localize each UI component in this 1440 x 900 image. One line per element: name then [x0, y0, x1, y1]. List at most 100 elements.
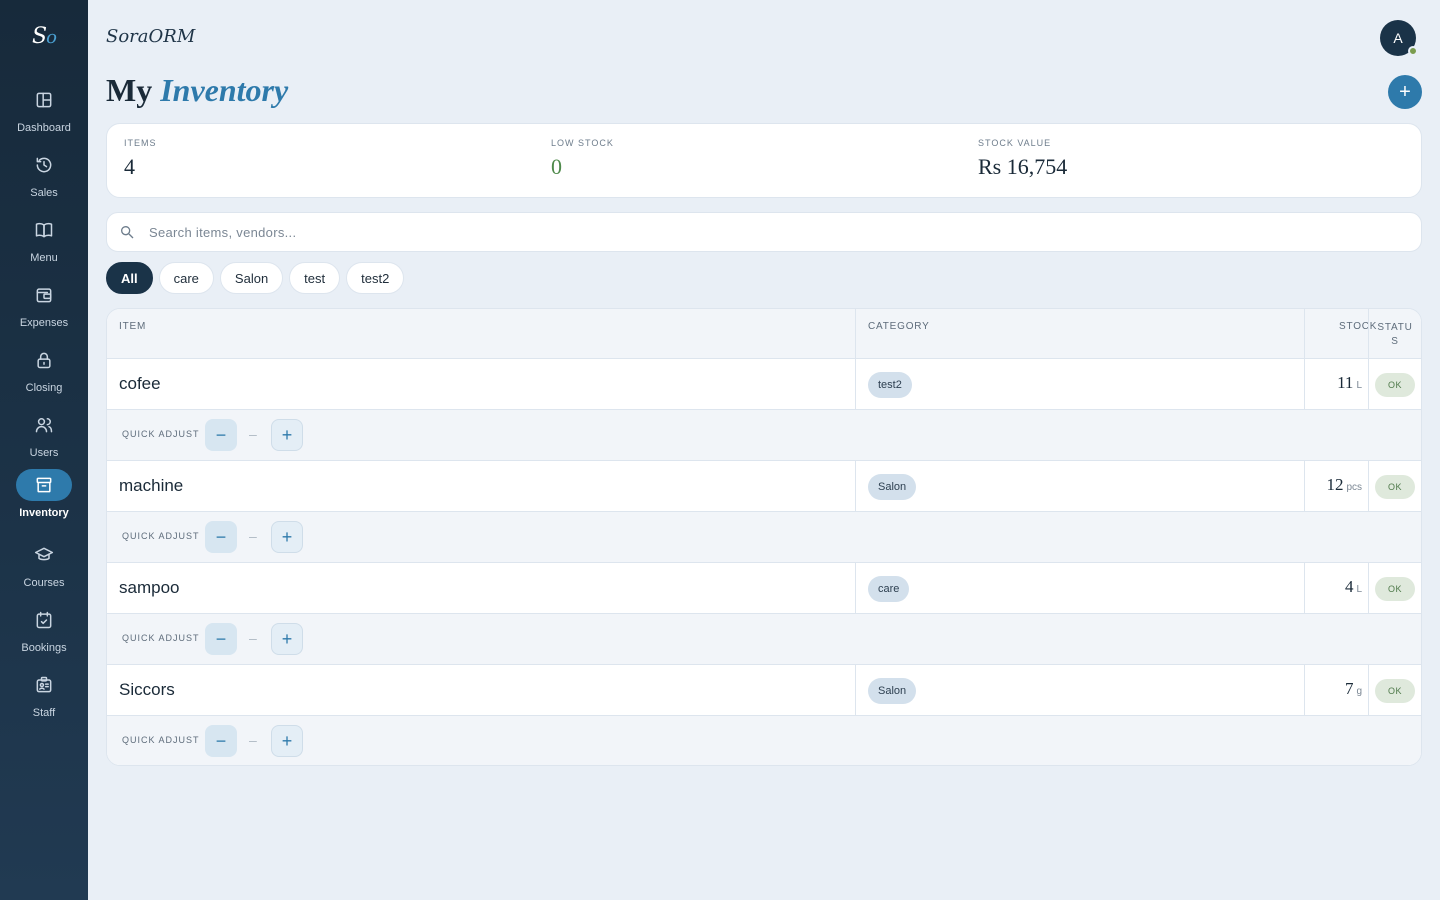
- sidebar-item-menu[interactable]: Menu: [0, 214, 88, 274]
- sidebar-item-label: Dashboard: [17, 122, 71, 134]
- column-header-stock[interactable]: STOCK: [1339, 309, 1377, 359]
- stat-value: 0: [551, 154, 562, 179]
- stat-value: Rs 16,754: [978, 154, 1068, 179]
- decrease-stock-button[interactable]: −: [205, 623, 237, 655]
- sidebar-item-expenses[interactable]: Expenses: [0, 279, 88, 339]
- inventory-table: ITEM CATEGORY STOCK STATU S cofee test2 …: [106, 308, 1422, 766]
- archive-icon: [16, 469, 72, 501]
- increase-stock-button[interactable]: +: [271, 419, 303, 451]
- column-divider: [1304, 309, 1305, 359]
- sidebar-item-dashboard[interactable]: Dashboard: [0, 84, 88, 144]
- quick-adjust-label: QUICK ADJUST: [122, 633, 200, 643]
- stat-stock-value: STOCK VALUE Rs 16,754: [978, 138, 1067, 180]
- stat-label: ITEMS: [124, 138, 157, 148]
- column-divider: [1368, 461, 1369, 512]
- filter-chip-all[interactable]: All: [106, 262, 153, 294]
- stock-value: 7g: [1345, 679, 1362, 699]
- column-header-status[interactable]: STATU S: [1375, 309, 1415, 359]
- column-divider: [1368, 309, 1369, 359]
- filter-chip-salon[interactable]: Salon: [219, 262, 284, 294]
- dashboard-icon: [16, 84, 72, 116]
- increase-stock-button[interactable]: +: [271, 521, 303, 553]
- decrease-stock-button[interactable]: −: [205, 521, 237, 553]
- adjust-amount: –: [249, 630, 257, 646]
- avatar[interactable]: A: [1380, 20, 1418, 56]
- column-divider: [1368, 665, 1369, 716]
- column-header-item[interactable]: ITEM: [119, 309, 146, 359]
- item-name[interactable]: machine: [119, 476, 183, 496]
- stats-card: ITEMS 4 LOW STOCK 0 STOCK VALUE Rs 16,75…: [106, 123, 1422, 198]
- adjust-amount: –: [249, 426, 257, 442]
- quick-adjust-label: QUICK ADJUST: [122, 735, 200, 745]
- table-row[interactable]: machine Salon 12 pcs OK: [107, 461, 1421, 512]
- wallet-icon: [16, 279, 72, 311]
- stock-value: 11 L: [1337, 373, 1362, 393]
- increase-stock-button[interactable]: +: [271, 725, 303, 757]
- column-divider: [855, 665, 856, 716]
- sidebar-item-inventory[interactable]: Inventory: [0, 469, 88, 529]
- decrease-stock-button[interactable]: −: [205, 419, 237, 451]
- quick-adjust-label: QUICK ADJUST: [122, 429, 200, 439]
- decrease-stock-button[interactable]: −: [205, 725, 237, 757]
- column-divider: [1304, 461, 1305, 512]
- stat-low-stock: LOW STOCK 0: [551, 138, 614, 180]
- sidebar-item-bookings[interactable]: Bookings: [0, 604, 88, 664]
- table-row[interactable]: sampoo care 4L OK: [107, 563, 1421, 614]
- column-divider: [1304, 563, 1305, 614]
- stock-unit: pcs: [1346, 482, 1362, 493]
- plus-icon: +: [1399, 80, 1411, 103]
- search-icon: [121, 226, 134, 239]
- table-row[interactable]: cofee test2 11 L OK: [107, 359, 1421, 410]
- sidebar-item-users[interactable]: Users: [0, 409, 88, 469]
- item-name[interactable]: sampoo: [119, 578, 179, 598]
- stock-number: 4: [1344, 577, 1354, 596]
- quick-adjust-row: QUICK ADJUST − – +: [107, 716, 1421, 765]
- stock-number: 7: [1344, 679, 1354, 698]
- item-name[interactable]: cofee: [119, 374, 161, 394]
- stat-value: 4: [124, 154, 135, 179]
- column-divider: [1304, 359, 1305, 410]
- adjust-amount: –: [249, 732, 257, 748]
- sidebar-item-label: Expenses: [19, 317, 69, 329]
- status-badge: OK: [1375, 475, 1415, 499]
- category-badge: care: [868, 576, 910, 602]
- sidebar-item-closing[interactable]: Closing: [0, 344, 88, 404]
- category-badge: test2: [868, 372, 912, 398]
- status-badge: OK: [1375, 373, 1415, 397]
- app-logo[interactable]: So: [0, 24, 88, 49]
- sidebar: So Dashboard Sales Menu Expenses Closing: [0, 0, 88, 900]
- sidebar-item-label: Inventory: [19, 507, 69, 519]
- sidebar-item-staff[interactable]: Staff: [0, 669, 88, 729]
- item-name[interactable]: Siccors: [119, 680, 175, 700]
- sidebar-item-label: Users: [29, 447, 59, 459]
- sidebar-item-label: Closing: [25, 382, 63, 394]
- stock-value: 12 pcs: [1326, 475, 1362, 495]
- search-input[interactable]: [149, 221, 1389, 243]
- table-row[interactable]: Siccors Salon 7g OK: [107, 665, 1421, 716]
- stat-items: ITEMS 4: [124, 138, 157, 180]
- column-divider: [1304, 665, 1305, 716]
- history-icon: [16, 149, 72, 181]
- sidebar-item-courses[interactable]: Courses: [0, 539, 88, 599]
- lock-icon: [16, 344, 72, 376]
- column-header-category[interactable]: CATEGORY: [868, 309, 930, 359]
- book-icon: [16, 214, 72, 246]
- sidebar-item-label: Courses: [23, 577, 65, 589]
- quick-adjust-label: QUICK ADJUST: [122, 531, 200, 541]
- table-header: ITEM CATEGORY STOCK STATU S: [107, 309, 1421, 359]
- quick-adjust-row: QUICK ADJUST − – +: [107, 512, 1421, 563]
- avatar-initial: A: [1393, 30, 1403, 46]
- increase-stock-button[interactable]: +: [271, 623, 303, 655]
- search-bar: [106, 212, 1422, 252]
- quick-adjust-row: QUICK ADJUST − – +: [107, 410, 1421, 461]
- page-title: My Inventory: [106, 72, 288, 109]
- stock-unit: L: [1356, 380, 1362, 391]
- status-badge: OK: [1375, 577, 1415, 601]
- filter-chip-care[interactable]: care: [158, 262, 214, 294]
- id-card-icon: [16, 669, 72, 701]
- filter-chip-test[interactable]: test: [289, 262, 341, 294]
- sidebar-item-sales[interactable]: Sales: [0, 149, 88, 209]
- sidebar-item-label: Bookings: [21, 642, 67, 654]
- filter-chip-test2[interactable]: test2: [346, 262, 405, 294]
- add-item-button[interactable]: +: [1388, 75, 1422, 109]
